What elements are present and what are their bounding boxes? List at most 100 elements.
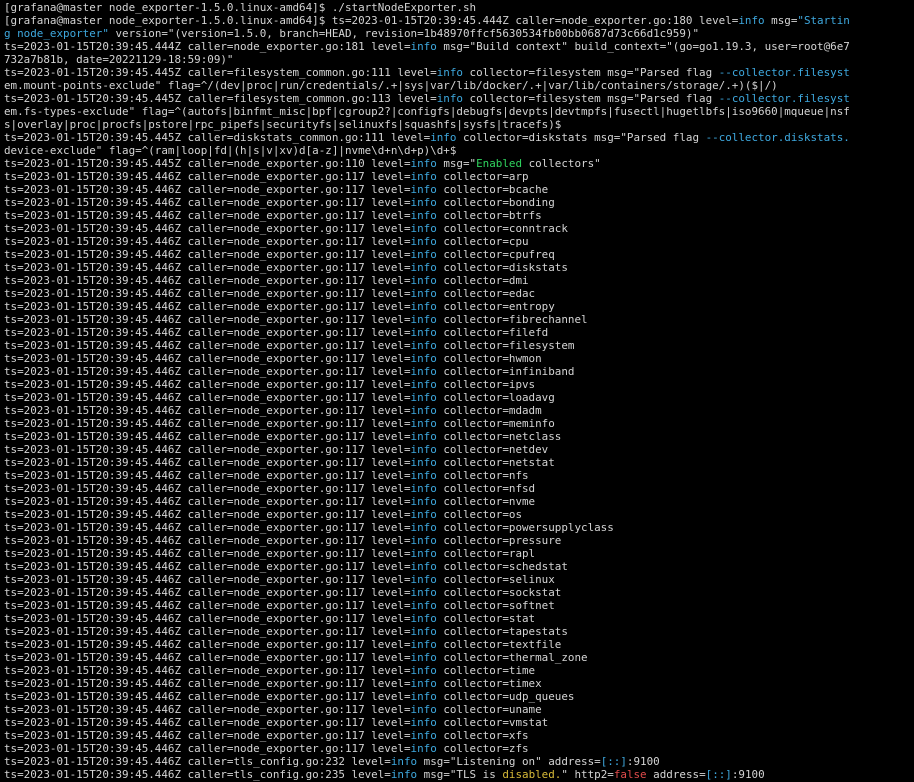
terminal-text-info: info xyxy=(410,677,437,690)
terminal-text-info: info xyxy=(410,560,437,573)
terminal-text-info: info xyxy=(410,300,437,313)
terminal-text: [grafana@master node_exporter-1.5.0.linu… xyxy=(4,14,739,27)
terminal-text: ts=2023-01-15T20:39:45.446Z caller=node_… xyxy=(4,573,411,586)
terminal-text: collector=conntrack xyxy=(436,222,568,235)
terminal-text: collector=meminfo xyxy=(436,417,555,430)
terminal-text: ts=2023-01-15T20:39:45.446Z caller=node_… xyxy=(4,300,411,313)
terminal-text: collector=bcache xyxy=(436,183,549,196)
terminal-text: collector=filesystem msg="Parsed flag xyxy=(462,92,719,105)
terminal-text-info: info xyxy=(410,365,437,378)
terminal-text: collector=loadavg xyxy=(436,391,555,404)
terminal-text: collector=edac xyxy=(436,287,536,300)
terminal-text-info: info xyxy=(436,92,463,105)
terminal-line: ts=2023-01-15T20:39:45.446Z caller=node_… xyxy=(4,430,914,443)
terminal-line: ts=2023-01-15T20:39:45.446Z caller=node_… xyxy=(4,443,914,456)
terminal-line: ts=2023-01-15T20:39:45.446Z caller=node_… xyxy=(4,625,914,638)
terminal-text: ts=2023-01-15T20:39:45.446Z caller=node_… xyxy=(4,612,411,625)
terminal-text-info: info xyxy=(410,261,437,274)
terminal-text-info: info xyxy=(410,196,437,209)
terminal-line: ts=2023-01-15T20:39:45.445Z caller=files… xyxy=(4,66,914,79)
terminal-line: em.fs-types-exclude" flag=^(autofs|binfm… xyxy=(4,105,914,118)
terminal-line: ts=2023-01-15T20:39:45.446Z caller=node_… xyxy=(4,677,914,690)
terminal-text-info: info xyxy=(410,352,437,365)
terminal-line: ts=2023-01-15T20:39:45.446Z caller=node_… xyxy=(4,378,914,391)
terminal-text: ts=2023-01-15T20:39:45.444Z caller=node_… xyxy=(4,40,411,53)
terminal-text-info: info xyxy=(390,755,418,768)
terminal-text: collector=udp_queues xyxy=(436,690,575,703)
terminal-text: ts=2023-01-15T20:39:45.446Z caller=node_… xyxy=(4,430,411,443)
terminal-text: ts=2023-01-15T20:39:45.446Z caller=node_… xyxy=(4,716,411,729)
terminal-text-info: info xyxy=(410,547,437,560)
terminal-text-info: info xyxy=(410,157,437,170)
terminal-text: em.fs-types-exclude" flag=^(autofs|binfm… xyxy=(4,105,850,118)
terminal-text: ts=2023-01-15T20:39:45.446Z caller=node_… xyxy=(4,235,411,248)
terminal-text: collector=tapestats xyxy=(436,625,568,638)
terminal-text: ts=2023-01-15T20:39:45.446Z caller=node_… xyxy=(4,677,411,690)
terminal-text: msg="TLS is xyxy=(417,768,503,781)
terminal-line: ts=2023-01-15T20:39:45.446Z caller=node_… xyxy=(4,287,914,300)
terminal-text: ts=2023-01-15T20:39:45.446Z caller=node_… xyxy=(4,274,411,287)
terminal-text-red: false xyxy=(613,768,647,781)
terminal-line: 732a7b81b, date=20221129-18:59:09)" xyxy=(4,53,914,66)
terminal-text: collector=zfs xyxy=(436,742,529,755)
terminal-text: ts=2023-01-15T20:39:45.446Z caller=node_… xyxy=(4,495,411,508)
terminal-text: ts=2023-01-15T20:39:45.446Z caller=node_… xyxy=(4,378,411,391)
terminal-text: collector=textfile xyxy=(436,638,562,651)
terminal-text: ts=2023-01-15T20:39:45.446Z caller=tls_c… xyxy=(4,755,391,768)
terminal-text: collector=netstat xyxy=(436,456,555,469)
terminal-line: ts=2023-01-15T20:39:45.446Z caller=node_… xyxy=(4,352,914,365)
terminal-line: ts=2023-01-15T20:39:45.446Z caller=node_… xyxy=(4,300,914,313)
terminal-text-info: info xyxy=(430,131,457,144)
terminal-text: ts=2023-01-15T20:39:45.446Z caller=node_… xyxy=(4,547,411,560)
terminal-text: collector=cpu xyxy=(436,235,529,248)
terminal-text: address= xyxy=(646,768,706,781)
terminal-text: ts=2023-01-15T20:39:45.446Z caller=node_… xyxy=(4,391,411,404)
terminal-text: " http2= xyxy=(561,768,614,781)
terminal-text: collector=sockstat xyxy=(436,586,562,599)
terminal-text: collector=schedstat xyxy=(436,560,568,573)
terminal-text: collector=bonding xyxy=(436,196,555,209)
terminal-text: collector=time xyxy=(436,664,536,677)
terminal-line: [grafana@master node_exporter-1.5.0.linu… xyxy=(4,14,914,27)
terminal-text: collector=entropy xyxy=(436,300,555,313)
terminal-line: ts=2023-01-15T20:39:45.446Z caller=node_… xyxy=(4,456,914,469)
terminal-line: ts=2023-01-15T20:39:45.446Z caller=node_… xyxy=(4,274,914,287)
terminal-text: collector=pressure xyxy=(436,534,562,547)
terminal-text: ts=2023-01-15T20:39:45.446Z caller=tls_c… xyxy=(4,768,391,781)
terminal-line: [grafana@master node_exporter-1.5.0.linu… xyxy=(4,1,914,14)
terminal-text: collector=filefd xyxy=(436,326,549,339)
terminal-text-info: info xyxy=(410,573,437,586)
terminal-line: ts=2023-01-15T20:39:45.446Z caller=node_… xyxy=(4,391,914,404)
terminal-text: collector=stat xyxy=(436,612,536,625)
terminal-text-info: info xyxy=(410,534,437,547)
terminal-line: ts=2023-01-15T20:39:45.446Z caller=node_… xyxy=(4,248,914,261)
terminal-text-info: info xyxy=(410,495,437,508)
terminal-text: em.mount-points-exclude" flag=^/(dev|pro… xyxy=(4,79,778,92)
terminal-line: ts=2023-01-15T20:39:45.446Z caller=node_… xyxy=(4,638,914,651)
terminal-line: ts=2023-01-15T20:39:45.446Z caller=node_… xyxy=(4,495,914,508)
terminal-line: ts=2023-01-15T20:39:45.446Z caller=node_… xyxy=(4,313,914,326)
terminal-line: ts=2023-01-15T20:39:45.446Z caller=node_… xyxy=(4,196,914,209)
terminal-line: ts=2023-01-15T20:39:45.446Z caller=tls_c… xyxy=(4,755,914,768)
terminal-window[interactable]: [grafana@master node_exporter-1.5.0.linu… xyxy=(0,0,914,782)
terminal-text: ts=2023-01-15T20:39:45.446Z caller=node_… xyxy=(4,586,411,599)
terminal-text: collector=thermal_zone xyxy=(436,651,588,664)
terminal-text: ts=2023-01-15T20:39:45.446Z caller=node_… xyxy=(4,521,411,534)
terminal-text-info: info xyxy=(410,729,437,742)
terminal-text: ts=2023-01-15T20:39:45.446Z caller=node_… xyxy=(4,560,411,573)
terminal-text-info: info xyxy=(410,586,437,599)
terminal-text-info: info xyxy=(410,274,437,287)
terminal-text: msg= xyxy=(764,14,798,27)
terminal-text: collector=uname xyxy=(436,703,542,716)
terminal-text: version="(version=1.5.0, branch=HEAD, re… xyxy=(108,27,700,40)
terminal-text: collector=mdadm xyxy=(436,404,542,417)
terminal-text: ts=2023-01-15T20:39:45.446Z caller=node_… xyxy=(4,313,411,326)
terminal-line: ts=2023-01-15T20:39:45.446Z caller=node_… xyxy=(4,508,914,521)
terminal-text: collector=filesystem xyxy=(436,339,575,352)
terminal-text-info: info xyxy=(410,638,437,651)
terminal-text: collector=netclass xyxy=(436,430,562,443)
terminal-line: ts=2023-01-15T20:39:45.446Z caller=node_… xyxy=(4,651,914,664)
terminal-text: ts=2023-01-15T20:39:45.446Z caller=node_… xyxy=(4,599,411,612)
terminal-text-info: info xyxy=(410,430,437,443)
terminal-text-info: info xyxy=(410,625,437,638)
